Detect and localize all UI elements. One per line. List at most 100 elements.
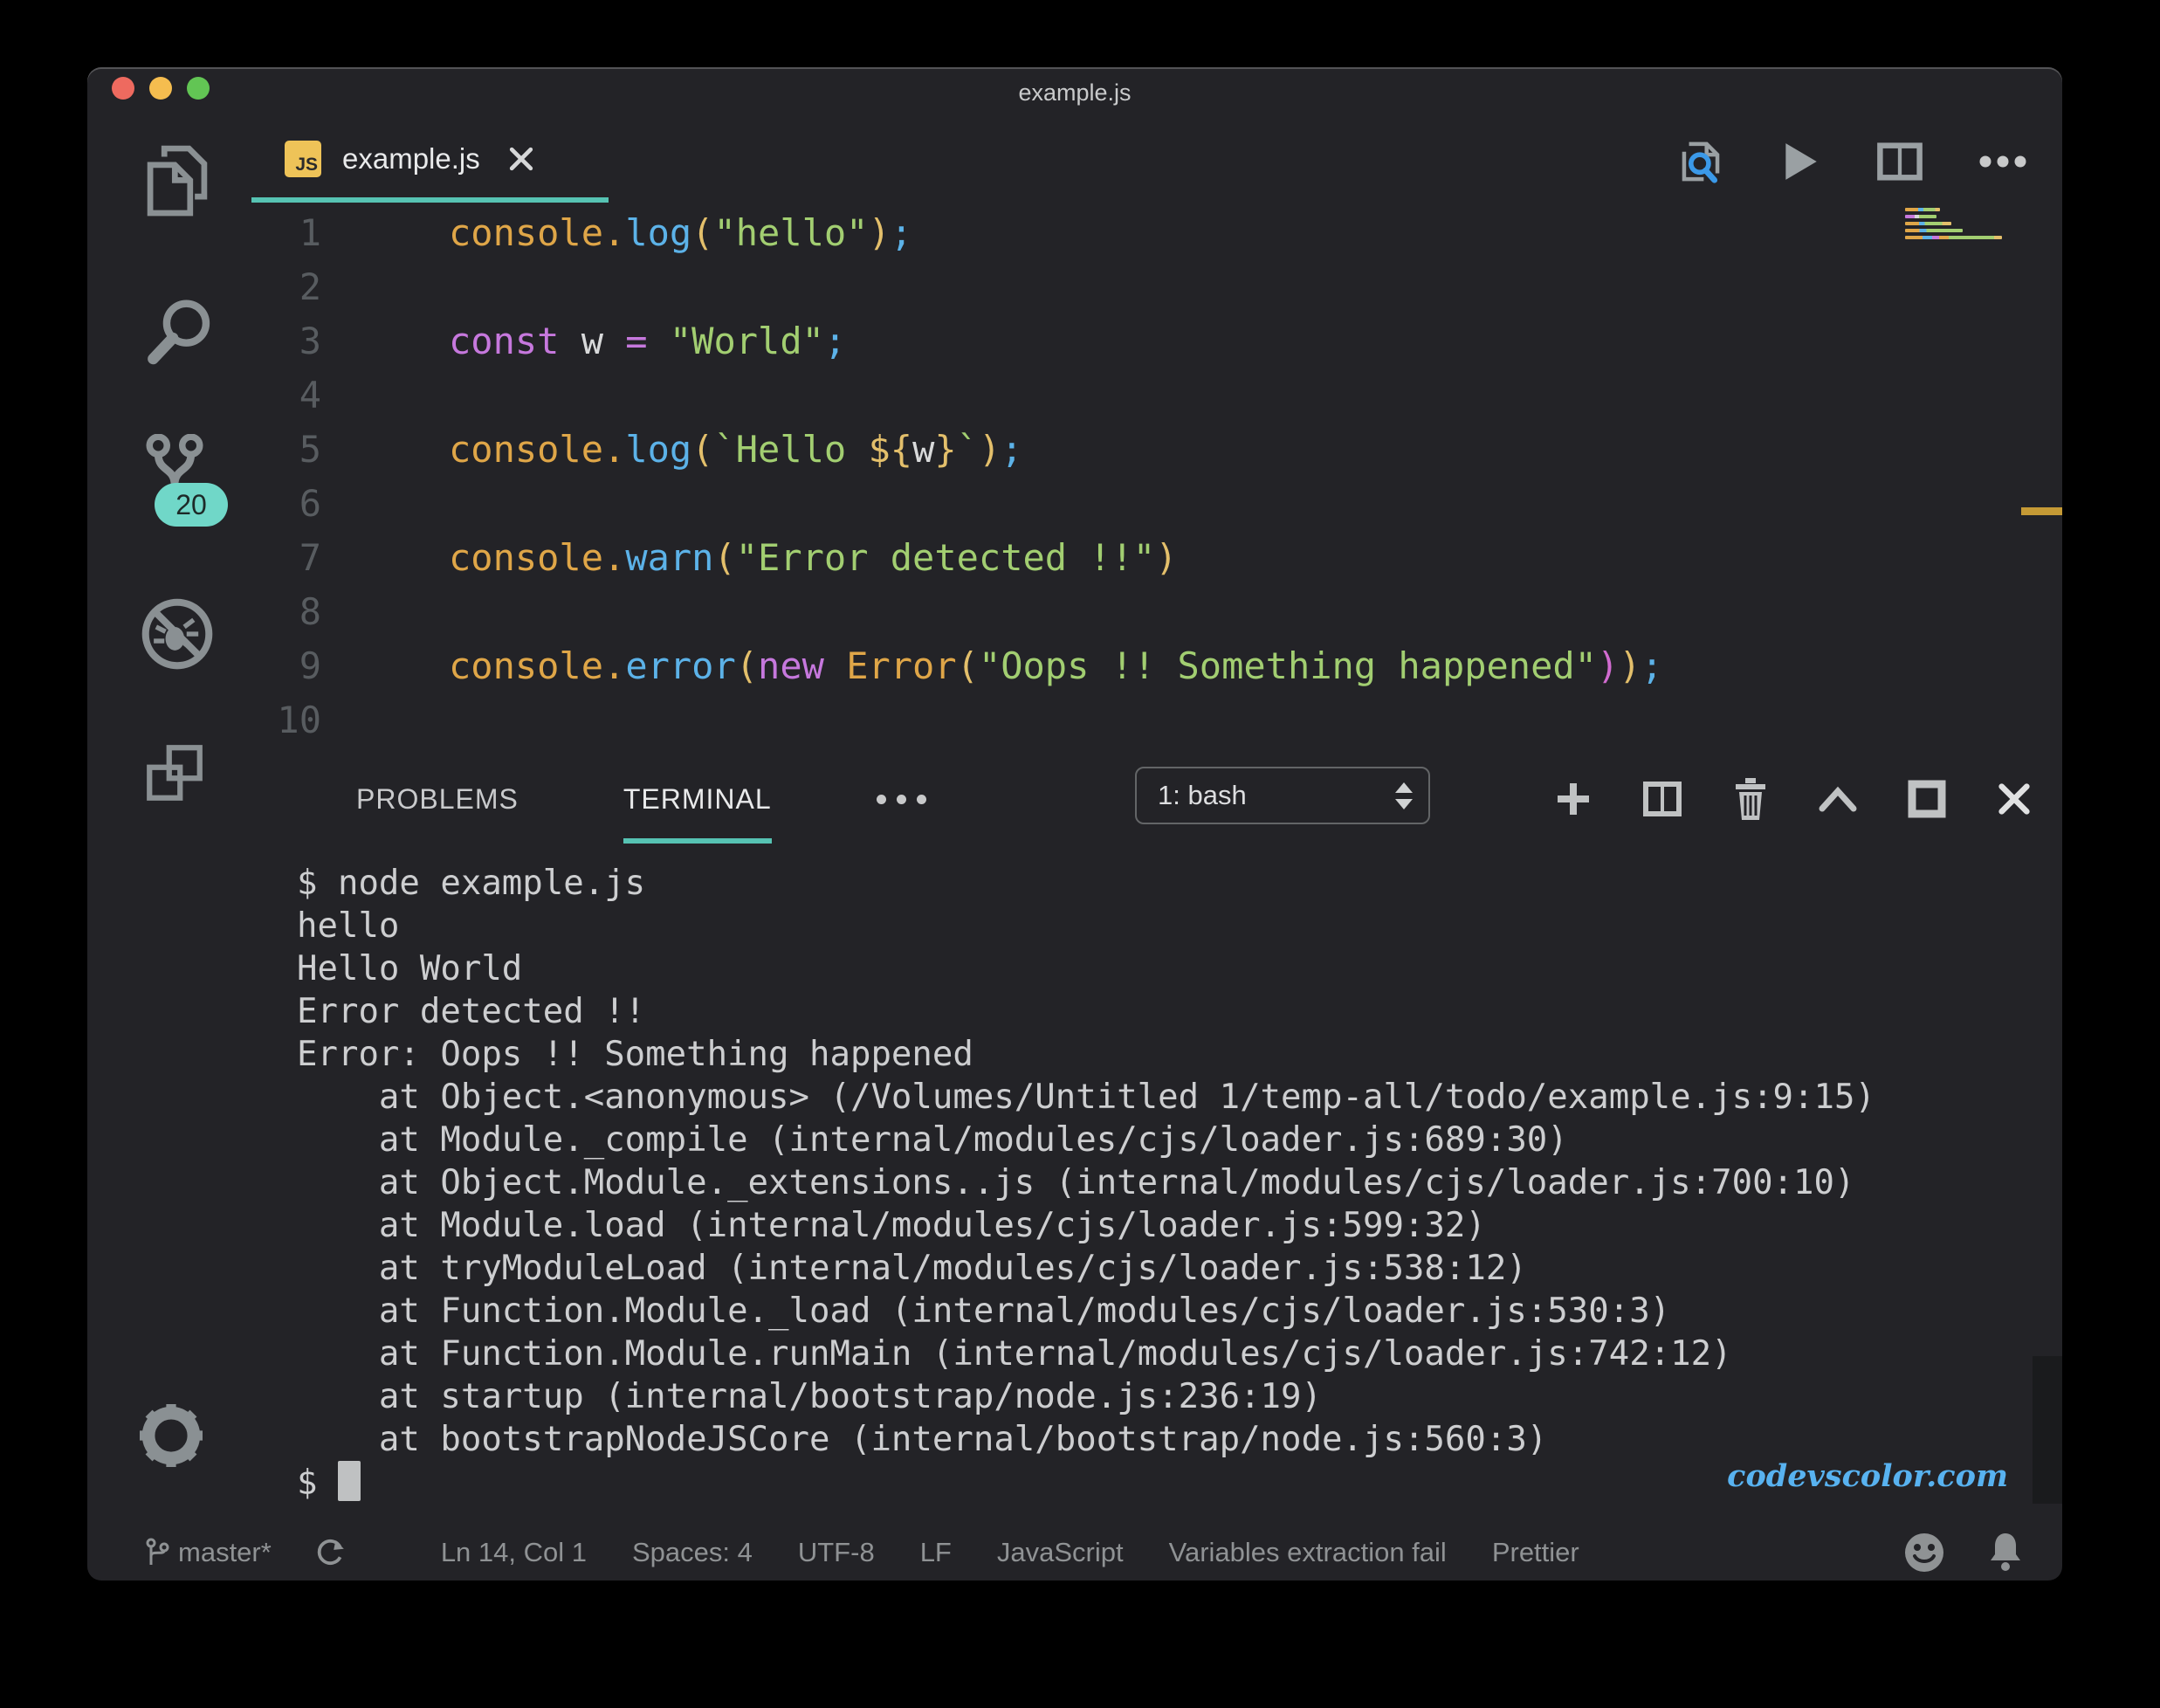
terminal-line: at startup (internal/bootstrap/node.js:2… [297,1375,2062,1418]
line-number: 10 [251,693,321,747]
extensions-icon[interactable] [140,738,210,808]
notifications-bell-icon[interactable] [1987,1532,2024,1574]
titlebar: example.js [87,67,2062,120]
code-line[interactable]: 3 const w = "World"; [251,314,2062,368]
code-line[interactable]: 10 [251,693,2062,747]
terminal-selector[interactable]: 1: bash [1135,767,1430,824]
code-text: console.log("hello"); [449,206,912,260]
watermark: codevscolor.com [1727,1455,2008,1498]
minimap[interactable] [1905,208,2005,243]
status-item-javascript[interactable]: JavaScript [997,1537,1124,1568]
line-number: 1 [251,206,321,260]
code-line[interactable]: 7 console.warn("Error detected !!") [251,531,2062,585]
zoom-window-button[interactable] [187,77,210,100]
sync-icon[interactable] [313,1536,347,1569]
code-text: console.error(new Error("Oops !! Somethi… [449,639,1663,693]
window-title: example.js [1018,79,1131,107]
code-text: console.warn("Error detected !!") [449,531,1178,585]
vscode-window: example.js [87,67,2062,1581]
panel-header: PROBLEMS TERMINAL 1: bash [251,747,2062,851]
select-arrows-icon [1395,782,1413,809]
source-control-icon[interactable] [140,434,210,490]
git-branch-label: master* [178,1537,272,1568]
terminal-line: Error detected !! [297,990,2062,1033]
terminal-cursor [338,1461,361,1501]
line-number: 7 [251,531,321,585]
code-editor[interactable]: 1 console.log("hello"); 23 const w = "World… [251,203,2062,747]
line-number: 3 [251,314,321,368]
git-branch-status[interactable]: master* [143,1537,272,1568]
panel-tab-problems[interactable]: PROBLEMS [356,747,519,851]
terminal-line: at Function.Module.runMain (internal/mod… [297,1333,2062,1375]
line-number: 8 [251,585,321,639]
code-text: console.log(`Hello ${w}`); [449,423,1023,477]
tab-close-icon[interactable] [506,144,536,174]
tab-bar: JS example.js [251,120,2062,203]
code-line[interactable]: 8 [251,585,2062,639]
line-number: 9 [251,639,321,693]
settings-gear-icon[interactable] [140,1404,203,1467]
terminal-scrollbar[interactable] [2033,1356,2062,1504]
terminal-selector-value: 1: bash [1158,780,1247,811]
minimap-line [1905,215,1936,218]
minimize-window-button[interactable] [149,77,172,100]
terminal-line: Hello World [297,947,2062,990]
close-window-button[interactable] [112,77,134,100]
line-number: 5 [251,423,321,477]
split-terminal-icon[interactable] [1641,780,1683,818]
terminal-line: $ node example.js [297,862,2062,905]
terminal-line: at Object.<anonymous> (/Volumes/Untitled… [297,1076,2062,1119]
activity-bar: 20 [87,120,251,1524]
overview-ruler-marker [2021,507,2062,515]
code-text: const w = "World"; [449,314,846,368]
maximize-panel-chevron-icon[interactable] [1818,786,1858,812]
run-play-icon[interactable] [1779,140,1821,183]
terminal-line: hello [297,905,2062,947]
minimap-line [1905,236,2002,239]
minimap-line [1905,208,1940,211]
new-terminal-icon[interactable] [1554,780,1592,818]
status-item-prettier[interactable]: Prettier [1492,1537,1579,1568]
traffic-lights [112,77,210,100]
split-editor-icon[interactable] [1875,141,1924,183]
line-number: 4 [251,368,321,423]
code-line[interactable]: 2 [251,260,2062,314]
more-actions-icon[interactable] [1978,155,2027,169]
kill-terminal-trash-icon[interactable] [1732,778,1769,820]
line-number: 6 [251,477,321,531]
explorer-icon[interactable] [140,140,215,218]
open-preview-icon[interactable] [1676,138,1725,185]
terminal-line: Error: Oops !! Something happened [297,1033,2062,1076]
terminal-prompt: $ [297,1464,338,1503]
toggle-panel-icon[interactable] [1907,780,1947,818]
source-control-badge: 20 [155,483,228,527]
terminal-line: at Module._compile (internal/modules/cjs… [297,1119,2062,1161]
line-number: 2 [251,260,321,314]
close-panel-icon[interactable] [1996,781,2033,817]
status-item-spaces-4[interactable]: Spaces: 4 [632,1537,753,1568]
code-line[interactable]: 6 [251,477,2062,531]
code-line[interactable]: 1 console.log("hello"); [251,206,2062,260]
minimap-line [1905,222,1951,225]
status-item-ln-14-col-1[interactable]: Ln 14, Col 1 [441,1537,587,1568]
status-item-lf[interactable]: LF [920,1537,952,1568]
tab-example-js[interactable]: JS example.js [251,120,609,203]
panel-tab-terminal[interactable]: TERMINAL [623,747,772,851]
javascript-file-icon: JS [285,141,321,177]
debug-disabled-icon[interactable] [140,596,215,671]
feedback-smiley-icon[interactable] [1903,1532,1945,1574]
code-line[interactable]: 4 [251,368,2062,423]
minimap-line [1905,229,1963,232]
status-bar: master* Ln 14, Col 1 Spaces: 4 UTF-8 LF Java… [87,1524,2062,1581]
code-line[interactable]: 5 console.log(`Hello ${w}`); [251,423,2062,477]
search-icon[interactable] [140,293,218,371]
status-item-utf-8[interactable]: UTF-8 [798,1537,875,1568]
panel-more-icon[interactable] [877,795,926,804]
status-item-variables-extraction-fail[interactable]: Variables extraction fail [1169,1537,1447,1568]
terminal-line: at Object.Module._extensions..js (intern… [297,1161,2062,1204]
tab-label: example.js [342,142,480,176]
terminal-line: at tryModuleLoad (internal/modules/cjs/l… [297,1247,2062,1290]
code-line[interactable]: 9 console.error(new Error("Oops !! Someth… [251,639,2062,693]
terminal-line: at Function.Module._load (internal/modul… [297,1290,2062,1333]
terminal[interactable]: $ node example.jshelloHello WorldError d… [251,851,2062,1524]
